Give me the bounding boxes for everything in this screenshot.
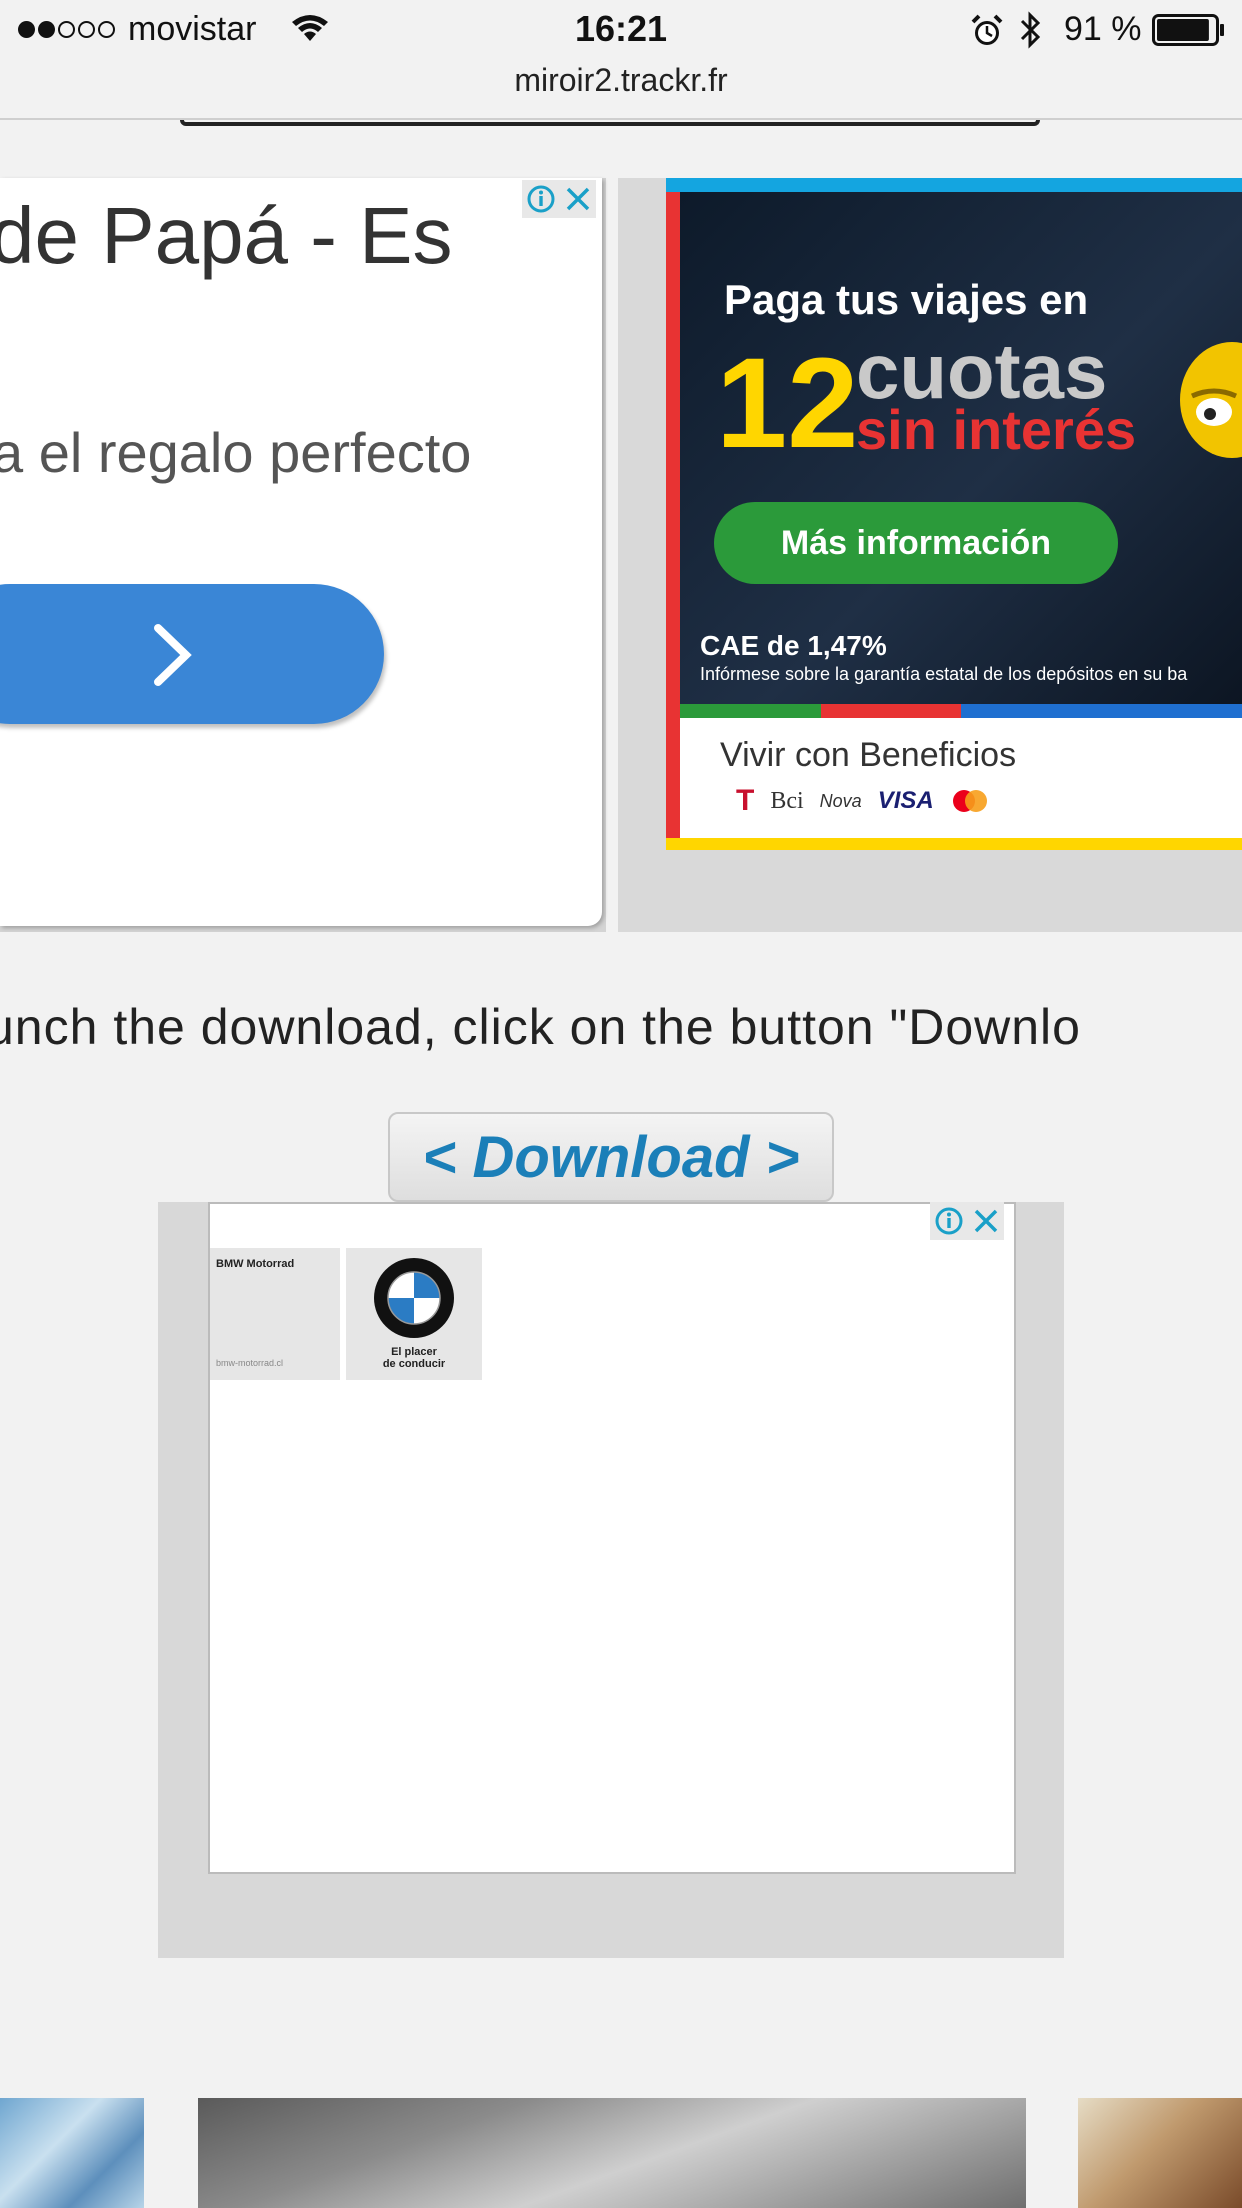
ad-right-top-bar: [666, 178, 1242, 192]
url-bar[interactable]: miroir2.trackr.fr: [0, 62, 1242, 99]
mascot-illustration: [1180, 342, 1242, 458]
visa-logo: VISA: [877, 787, 934, 814]
mas-informacion-button[interactable]: Más información: [714, 502, 1118, 584]
download-button-label: < Download >: [422, 1124, 800, 1190]
info-icon[interactable]: [934, 1206, 964, 1236]
battery-percentage: 91 %: [1064, 10, 1142, 48]
color-stripe: [820, 704, 961, 718]
thumbnail-image[interactable]: [198, 2098, 1026, 2208]
ad-right-bottom-bar: [666, 838, 1242, 850]
battery-icon: [1152, 14, 1224, 46]
ad-right-sin-interes: sin interés: [856, 398, 1137, 461]
ad-right-brand-logos: T Bci Nova VISA: [736, 784, 990, 818]
bmw-slogan-line1: El placer: [391, 1346, 437, 1358]
close-icon[interactable]: [564, 185, 592, 213]
close-icon[interactable]: [972, 1207, 1000, 1235]
ad-left-title[interactable]: de Papá - Es: [0, 190, 453, 282]
bluetooth-icon: [1020, 11, 1041, 49]
ad-right-big-number: 12: [716, 332, 859, 475]
bmw-logo: [374, 1258, 454, 1338]
bmw-tile-title: BMW Motorrad: [216, 1258, 295, 1270]
thumbnail-image[interactable]: [1078, 2098, 1242, 2208]
download-button[interactable]: < Download >: [388, 1112, 834, 1202]
bmw-tile-url: bmw-motorrad.cl: [216, 1358, 284, 1368]
bmw-slogan: El placer de conducir: [346, 1346, 482, 1370]
cut-off-link-underline: [180, 120, 1040, 126]
chevron-right-icon: [154, 624, 192, 686]
ad-right-red-bar: [666, 192, 680, 844]
nova-logo: Nova: [819, 790, 862, 811]
ad-left[interactable]: [0, 178, 602, 926]
ad-choices[interactable]: [522, 180, 596, 218]
ad-left-subtitle[interactable]: a el regalo perfecto: [0, 420, 471, 485]
ad-right-benefits: Vivir con Beneficios: [720, 736, 1017, 774]
ad-right-fine-print: Infórmese sobre la garantía estatal de l…: [700, 664, 1188, 684]
clock: 16:21: [574, 8, 668, 49]
color-stripe: [961, 704, 1102, 718]
ad-choices-bottom[interactable]: [930, 1202, 1004, 1240]
ad-right-headline: Paga tus viajes en: [724, 276, 1089, 323]
mastercard-logo: [952, 790, 987, 812]
bmw-slogan-line2: de conducir: [382, 1358, 446, 1370]
info-icon[interactable]: [526, 184, 556, 214]
tbanc-logo: T: [736, 784, 755, 817]
color-stripe: [1101, 704, 1242, 718]
ad-right-color-stripes: [680, 704, 1242, 718]
thumbnail-image[interactable]: [0, 2098, 144, 2208]
download-instructions: unch the download, click on the button "…: [0, 999, 1081, 1055]
ad-right-cae: CAE de 1,47%: [700, 630, 887, 661]
alarm-icon: [971, 14, 1003, 45]
color-stripe: [680, 704, 821, 718]
bci-logo: Bci: [770, 787, 804, 814]
